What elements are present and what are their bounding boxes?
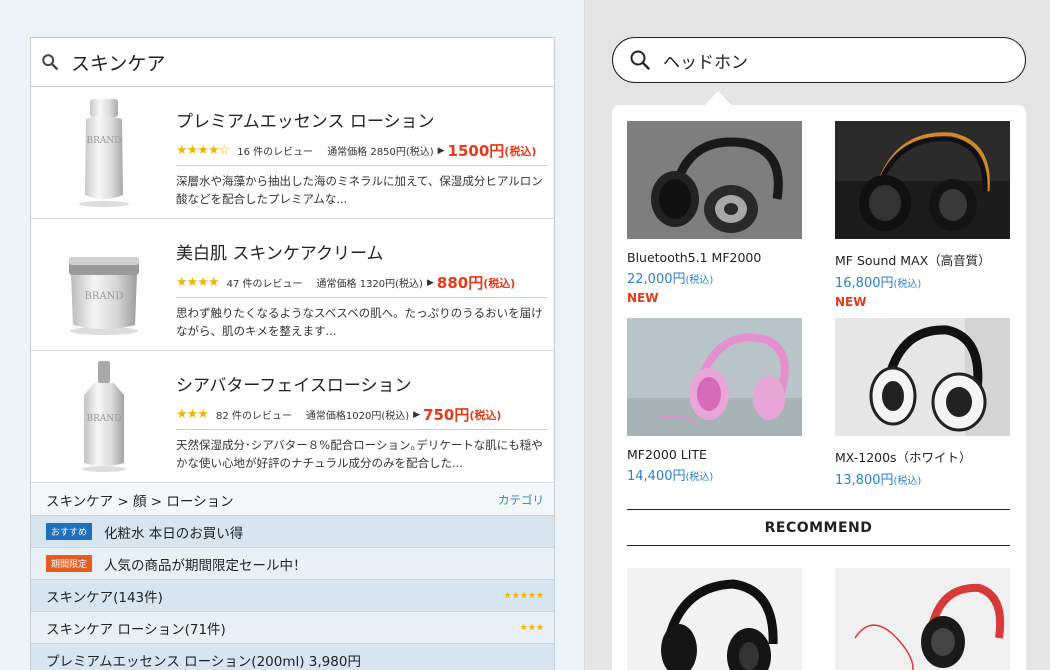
headphone-image xyxy=(835,318,1010,436)
sale-price: 880円 xyxy=(436,274,484,292)
tax-label: (税込) xyxy=(483,276,516,290)
item-price: 16,800円(税込) xyxy=(835,276,922,291)
sale-price: 750円 xyxy=(423,406,470,424)
headphone-item[interactable]: Bluetooth5.1 MF2000 22,000円(税込) NEW xyxy=(627,121,802,305)
dropdown-caret xyxy=(705,91,731,105)
headphone-image xyxy=(835,121,1010,239)
product-item[interactable]: BRAND 美白肌 スキンケアクリーム ★★★★ 47 件のレビュー 通常価格 … xyxy=(31,219,554,351)
skincare-search-bar[interactable]: スキンケア xyxy=(31,38,554,87)
suggestion-item-recommend[interactable]: おすすめ 化粧水 本日のお買い得 xyxy=(31,516,554,548)
tax-label: (税込) xyxy=(504,144,537,158)
lotion-bottle-image: BRAND xyxy=(82,361,126,472)
breadcrumb: スキンケア > 顔 > ローション カテゴリ xyxy=(31,484,554,516)
product-info: 美白肌 スキンケアクリーム ★★★★ 47 件のレビュー 通常価格 1320円(… xyxy=(176,239,548,340)
product-description: 深層水や海藻から抽出した海のミネラルに加えて、保湿成分ヒアルロン酸などを配合した… xyxy=(176,174,543,206)
item-price: 13,800円(税込) xyxy=(835,473,922,488)
product-name[interactable]: 美白肌 スキンケアクリーム xyxy=(176,239,548,264)
search-icon xyxy=(42,54,58,70)
suggestion-text: 化粧水 本日のお買い得 xyxy=(104,525,244,542)
headphone-search-bar[interactable]: ヘッドホン xyxy=(612,37,1026,83)
item-price: 22,000円(税込) xyxy=(627,272,714,287)
rating-stars: ★★★★☆ xyxy=(176,143,230,158)
product-meta: ★★★★☆ 16 件のレビュー 通常価格 2850円(税込) ▶ 1500円 (… xyxy=(176,140,548,166)
lotion-bottle-image: BRAND xyxy=(79,99,129,207)
item-name: MF Sound MAX（高音質） xyxy=(835,253,991,268)
product-info: シアバターフェイスローション ★★★ 82 件のレビュー 通常価格1020円(税… xyxy=(176,371,548,472)
skincare-search-card: スキンケア BRAND プレミアムエッセンス ローション ★★★★☆ 16 件の… xyxy=(30,37,555,670)
headphone-search-input[interactable]: ヘッドホン xyxy=(663,48,748,73)
arrow-right-icon: ▶ xyxy=(437,145,445,156)
cream-jar-image: BRAND xyxy=(69,257,139,335)
right-panel: ヘッドホン Bluetooth5.1 MF2000 22,000円(税込) NE… xyxy=(586,0,1050,670)
new-badge: NEW xyxy=(627,291,659,305)
recommend-item[interactable] xyxy=(627,568,802,670)
brand-label: BRAND xyxy=(85,291,124,302)
product-meta: ★★★★ 47 件のレビュー 通常価格 1320円(税込) ▶ 880円 (税込… xyxy=(176,272,548,298)
headphone-item[interactable]: MX-1200s（ホワイト） 13,800円(税込) xyxy=(835,318,1010,488)
suggestion-text: スキンケア ローション(71件) xyxy=(46,621,226,638)
regular-price: 通常価格1020円(税込) xyxy=(305,411,410,422)
product-description: 思わず触りたくなるようなスベスベの肌へ。たっぷりのうるおいを届けながら、肌のキメ… xyxy=(176,306,543,338)
brand-label: BRAND xyxy=(87,136,122,146)
suggestion-text: プレミアムエッセンス ローション(200ml) 3,980円 xyxy=(46,654,361,670)
rating-stars: ★★★★★ xyxy=(503,590,544,601)
new-badge: NEW xyxy=(835,295,867,309)
rating-stars: ★★★ xyxy=(519,622,544,633)
item-name: MF2000 LITE xyxy=(627,447,707,462)
suggestion-item-limited[interactable]: 期間限定 人気の商品が期間限定セール中！ xyxy=(31,548,554,580)
rating-stars: ★★★★ xyxy=(176,275,220,290)
arrow-right-icon: ▶ xyxy=(413,409,421,420)
category-link[interactable]: カテゴリ xyxy=(498,492,544,508)
recommend-heading: RECOMMEND xyxy=(627,509,1010,546)
suggestion-item[interactable]: スキンケア ローション(71件) ★★★ xyxy=(31,612,554,644)
headphone-item[interactable]: MF Sound MAX（高音質） 16,800円(税込) NEW xyxy=(835,121,1010,309)
breadcrumb-path[interactable]: スキンケア > 顔 > ローション xyxy=(46,490,234,510)
item-price: 14,400円(税込) xyxy=(627,469,714,484)
product-info: プレミアムエッセンス ローション ★★★★☆ 16 件のレビュー 通常価格 28… xyxy=(176,107,548,208)
item-name: MX-1200s（ホワイト） xyxy=(835,450,972,465)
sale-price: 1500円 xyxy=(447,142,505,160)
headphone-image xyxy=(627,318,802,436)
left-panel: スキンケア BRAND プレミアムエッセンス ローション ★★★★☆ 16 件の… xyxy=(0,0,585,670)
suggestion-item[interactable]: スキンケア(143件) ★★★★★ xyxy=(31,580,554,612)
item-name: Bluetooth5.1 MF2000 xyxy=(627,250,762,265)
product-name[interactable]: シアバターフェイスローション xyxy=(176,371,548,396)
brand-label: BRAND xyxy=(87,414,122,424)
review-count[interactable]: 47 件のレビュー xyxy=(227,275,303,290)
arrow-right-icon: ▶ xyxy=(426,277,434,288)
headphone-image xyxy=(835,568,1010,670)
regular-price: 通常価格 1320円(税込) xyxy=(316,279,423,290)
suggestion-item[interactable]: プレミアムエッセンス ローション(200ml) 3,980円 xyxy=(31,644,554,670)
product-description: 天然保湿成分･シアバター８%配合ローション｡デリケートな肌にも穏やかな使い心地が… xyxy=(176,438,543,470)
headphone-item[interactable]: MF2000 LITE 14,400円(税込) xyxy=(627,318,802,484)
review-count[interactable]: 82 件のレビュー xyxy=(216,407,292,422)
headphone-image xyxy=(627,568,802,670)
product-item[interactable]: BRAND プレミアムエッセンス ローション ★★★★☆ 16 件のレビュー 通… xyxy=(31,87,554,219)
limited-time-badge: 期間限定 xyxy=(46,555,93,572)
product-meta: ★★★ 82 件のレビュー 通常価格1020円(税込) ▶ 750円 (税込) xyxy=(176,404,548,430)
rating-stars: ★★★ xyxy=(176,407,209,422)
search-icon xyxy=(630,50,650,70)
tax-label: (税込) xyxy=(469,408,502,422)
recommend-item[interactable] xyxy=(835,568,1010,670)
review-count[interactable]: 16 件のレビュー xyxy=(237,143,313,158)
suggestion-text: 人気の商品が期間限定セール中！ xyxy=(104,557,307,574)
suggestion-text: スキンケア(143件) xyxy=(46,589,163,606)
recommend-badge: おすすめ xyxy=(46,523,93,540)
regular-price: 通常価格 2850円(税込) xyxy=(327,147,434,158)
search-suggestion-dropdown: Bluetooth5.1 MF2000 22,000円(税込) NEW MF S… xyxy=(612,105,1026,670)
product-item[interactable]: BRAND シアバターフェイスローション ★★★ 82 件のレビュー 通常価格1… xyxy=(31,351,554,483)
product-name[interactable]: プレミアムエッセンス ローション xyxy=(176,107,548,132)
headphone-image xyxy=(627,121,802,239)
skincare-search-input[interactable]: スキンケア xyxy=(71,49,165,76)
